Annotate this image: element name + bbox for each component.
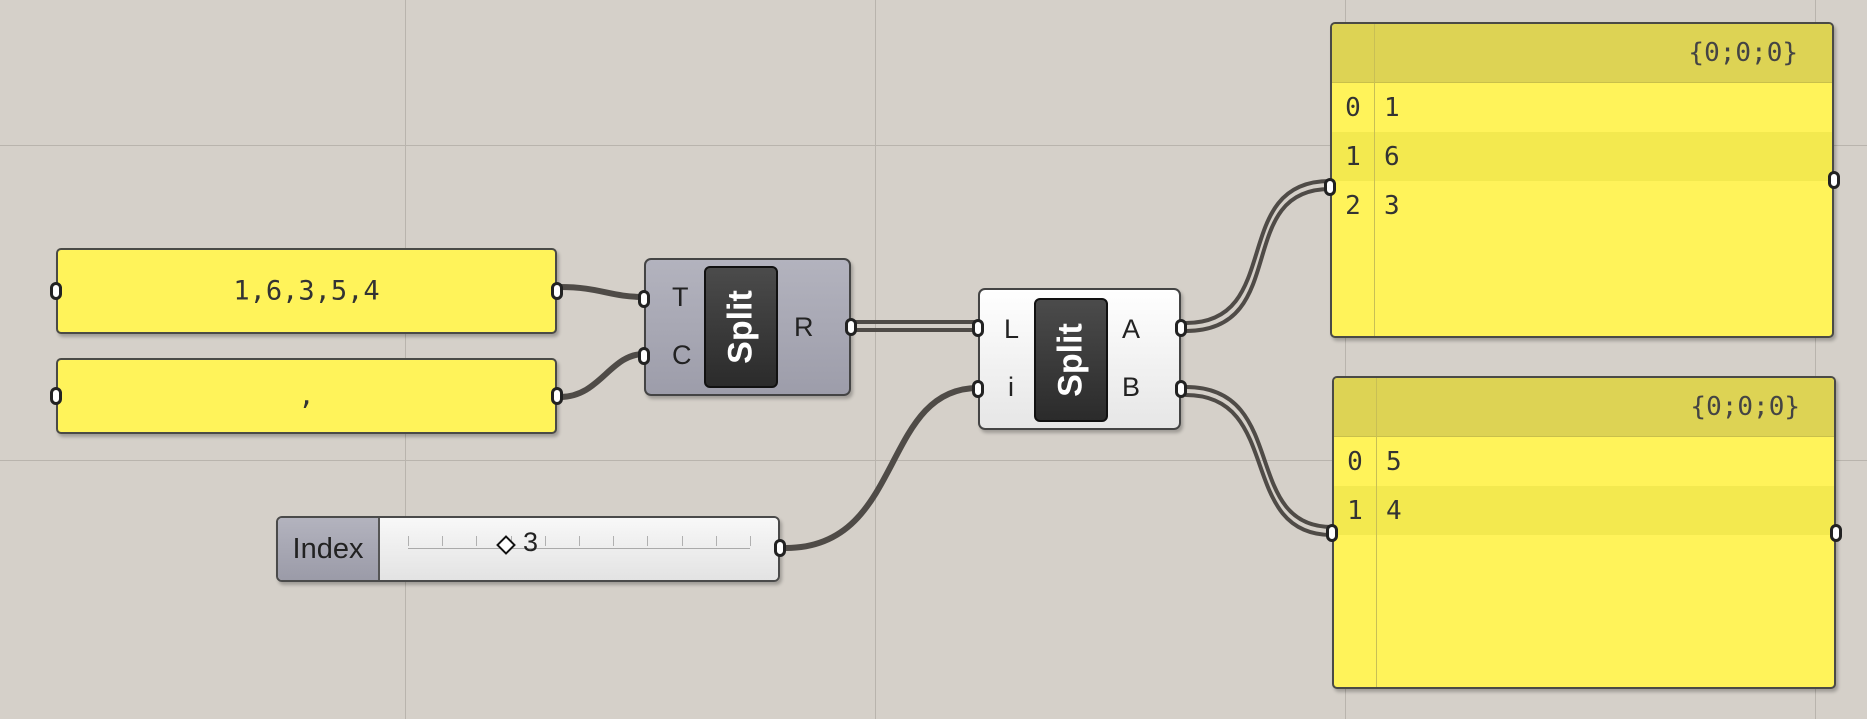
slider-output-grip[interactable] — [774, 539, 786, 557]
list-item: 0 1 — [1332, 83, 1832, 132]
index-slider[interactable]: Index 3 — [276, 516, 786, 582]
wire-B-to-panel-b — [1184, 393, 1334, 537]
slider-tick — [715, 536, 717, 546]
slider-tick — [442, 536, 444, 546]
input-T-label[interactable]: T — [672, 282, 689, 313]
slider-tick — [476, 536, 478, 546]
item-value: 3 — [1384, 190, 1400, 221]
output-A-label[interactable]: A — [1122, 314, 1140, 345]
slider-track-area[interactable]: 3 — [380, 518, 778, 580]
panel-text-input[interactable]: 1,6,3,5,4 — [50, 248, 563, 334]
item-value: 5 — [1386, 446, 1402, 477]
wire-index-to-i — [783, 385, 981, 551]
list-item: 1 6 — [1332, 132, 1832, 181]
list-item: 1 4 — [1334, 486, 1834, 535]
split-title-text: Split — [1051, 323, 1090, 397]
wire-A-to-panel-a — [1184, 187, 1332, 333]
split-text-component[interactable]: T C Split R — [638, 258, 857, 396]
panel-output-grip[interactable] — [1828, 171, 1840, 189]
output-A-grip[interactable] — [1175, 319, 1187, 337]
slider-tick — [613, 536, 615, 546]
input-T-grip[interactable] — [638, 290, 650, 308]
split-list-title: Split — [1034, 298, 1108, 422]
item-index: 2 — [1345, 190, 1361, 221]
item-index: 1 — [1347, 495, 1363, 526]
panel-separator-input[interactable]: , — [50, 358, 563, 434]
panel-output-b[interactable]: {0;0;0} 0 5 1 4 — [1326, 376, 1842, 689]
wire-separator-to-C — [557, 351, 647, 400]
panel-output-grip[interactable] — [1830, 524, 1842, 542]
index-divider — [1374, 24, 1375, 336]
panel-input-grip[interactable] — [1324, 178, 1336, 196]
slider-tick — [750, 536, 751, 546]
branch-path: {0;0;0} — [1332, 24, 1832, 83]
panel-text: , — [298, 380, 315, 412]
slider-value: 3 — [523, 527, 539, 557]
input-L-grip[interactable] — [972, 319, 984, 337]
item-index: 1 — [1345, 141, 1361, 172]
list-item: 2 3 — [1332, 181, 1832, 230]
panel-output-grip[interactable] — [551, 387, 563, 405]
panel-text: 1,6,3,5,4 — [233, 275, 380, 307]
slider-label: Index — [278, 518, 380, 580]
wire-A-to-panel-a — [1184, 179, 1332, 325]
split-title-text: Split — [721, 290, 760, 364]
output-B-label[interactable]: B — [1122, 372, 1140, 403]
panel-output-grip[interactable] — [551, 282, 563, 300]
panel-input-grip[interactable] — [1326, 524, 1338, 542]
slider-tick — [579, 536, 580, 546]
split-text-title: Split — [704, 266, 778, 388]
item-value: 4 — [1386, 495, 1402, 526]
slider-tick — [408, 536, 409, 546]
input-i-label[interactable]: i — [1008, 372, 1014, 403]
item-index: 0 — [1345, 92, 1361, 123]
wire-text-to-T — [557, 284, 647, 300]
split-list-component[interactable]: L i Split A B — [972, 288, 1187, 430]
input-i-grip[interactable] — [972, 380, 984, 398]
input-C-grip[interactable] — [638, 347, 650, 365]
output-R-label[interactable]: R — [794, 312, 814, 343]
slider-tick — [647, 536, 649, 546]
branch-path: {0;0;0} — [1334, 378, 1834, 437]
item-value: 1 — [1384, 92, 1400, 123]
panel-output-a[interactable]: {0;0;0} 0 1 1 6 2 3 — [1324, 22, 1840, 338]
index-divider — [1376, 378, 1377, 687]
slider-tick — [681, 536, 683, 546]
input-L-label[interactable]: L — [1004, 314, 1019, 345]
slider-track[interactable] — [408, 536, 751, 549]
slider-tick — [544, 536, 546, 546]
item-index: 0 — [1347, 446, 1363, 477]
list-item: 0 5 — [1334, 437, 1834, 486]
output-R-grip[interactable] — [845, 318, 857, 336]
output-B-grip[interactable] — [1175, 380, 1187, 398]
input-C-label[interactable]: C — [672, 340, 692, 371]
item-value: 6 — [1384, 141, 1400, 172]
